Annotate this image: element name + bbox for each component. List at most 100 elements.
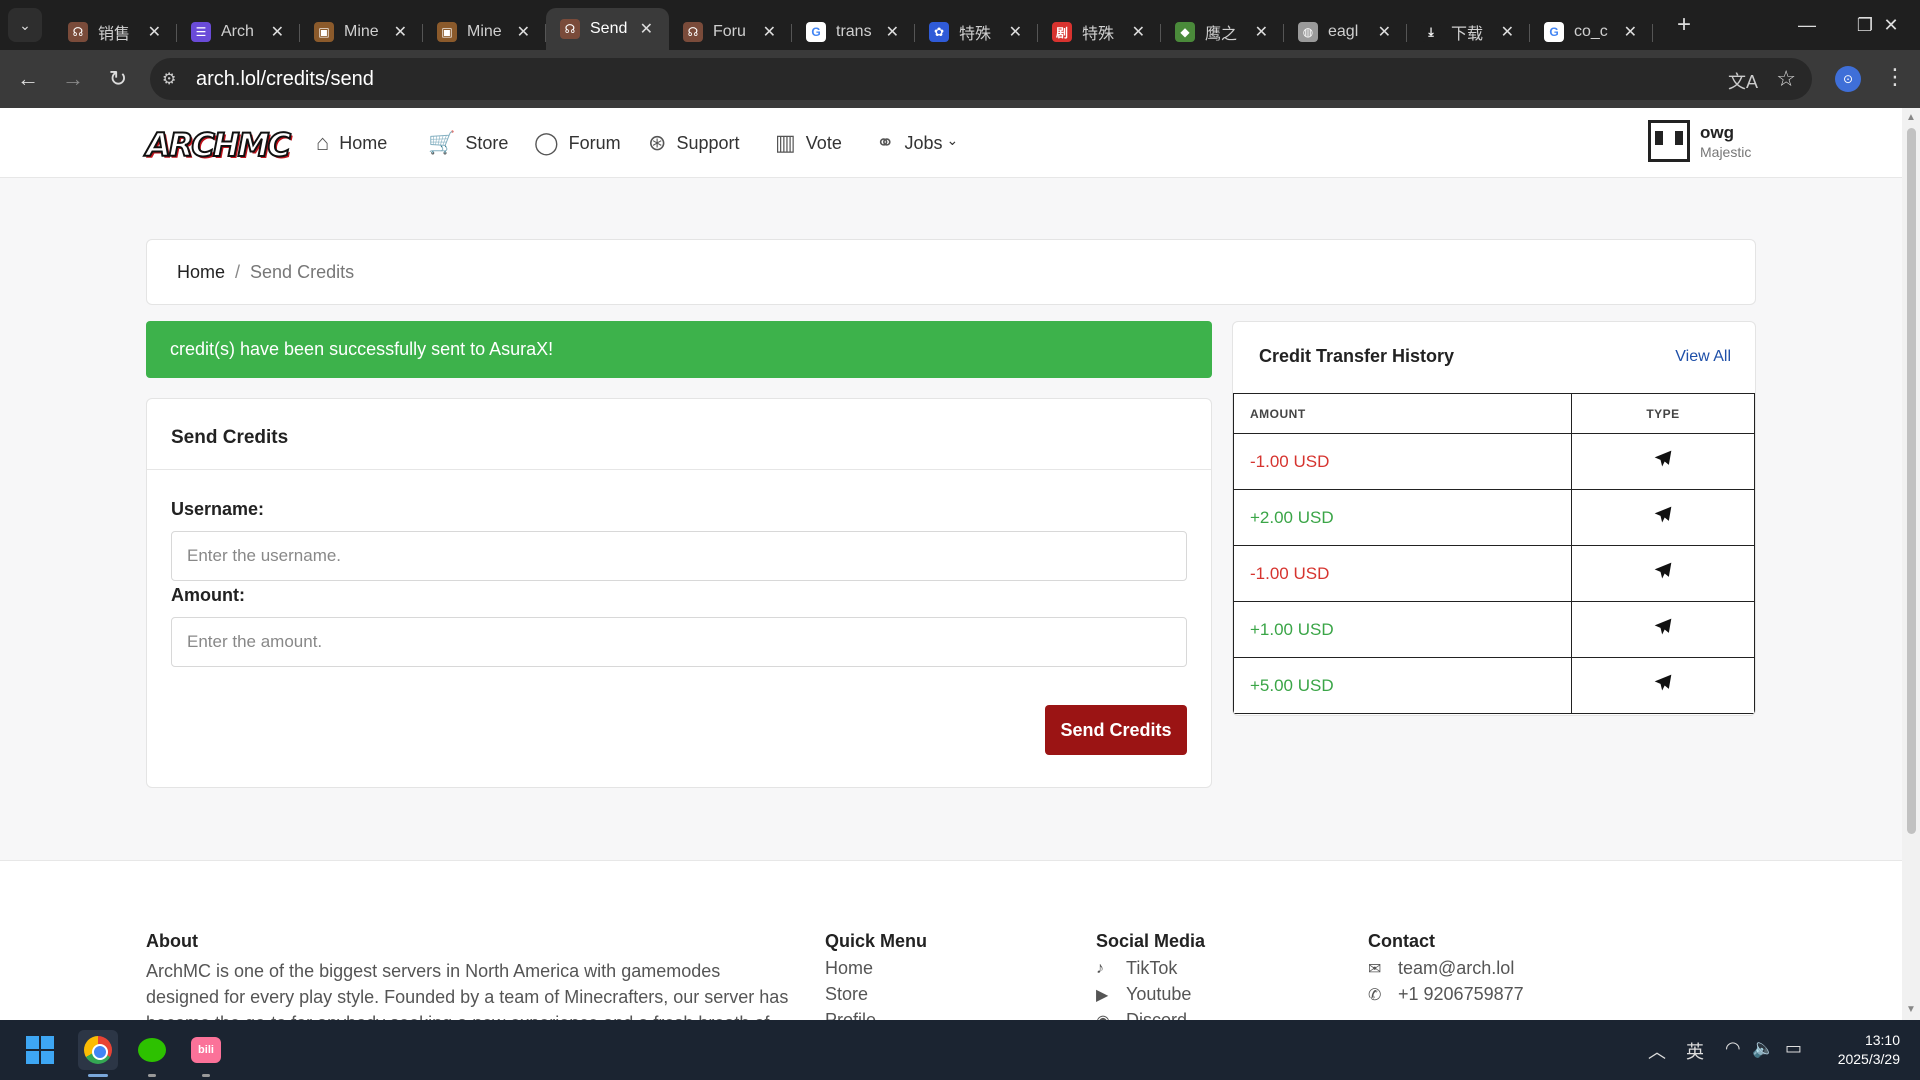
tab-close-icon[interactable]: ✕ bbox=[1132, 22, 1145, 42]
scroll-down-arrow-icon[interactable]: ▼ bbox=[1906, 1004, 1916, 1015]
tab-close-icon[interactable]: ✕ bbox=[271, 22, 284, 42]
volume-icon[interactable]: 🔈 bbox=[1752, 1038, 1774, 1059]
windows-start-icon[interactable] bbox=[20, 1030, 60, 1070]
send-credits-button[interactable]: Send Credits bbox=[1045, 705, 1187, 755]
reload-icon[interactable]: ↻ bbox=[98, 59, 138, 99]
nav-item-forum[interactable]: ◯ Forum bbox=[534, 130, 621, 156]
address-bar[interactable]: ⚙ arch.lol/credits/send 文A ☆ bbox=[150, 58, 1812, 100]
clock-date: 2025/3/29 bbox=[1837, 1051, 1900, 1067]
forward-arrow-icon[interactable]: → bbox=[53, 59, 93, 99]
tab-close-icon[interactable]: ✕ bbox=[394, 22, 407, 42]
footer-contact-email[interactable]: ✉ team@arch.lol bbox=[1368, 958, 1514, 979]
footer-social-youtube[interactable]: ▶ Youtube bbox=[1096, 984, 1191, 1005]
close-window-icon[interactable]: ✕ bbox=[1862, 0, 1920, 50]
nav-item-vote[interactable]: ▥ Vote bbox=[775, 130, 842, 156]
scroll-up-arrow-icon[interactable]: ▲ bbox=[1906, 112, 1916, 123]
cart-icon: 🛒 bbox=[428, 130, 456, 155]
tray-chevron-up-icon[interactable]: ︿ bbox=[1648, 1038, 1666, 1064]
nav-item-store[interactable]: 🛒 Store bbox=[428, 130, 508, 156]
browser-tab-6[interactable]: Gtrans ✕ bbox=[792, 14, 915, 50]
tab-close-icon[interactable]: ✕ bbox=[148, 22, 161, 42]
card-divider bbox=[147, 469, 1211, 470]
phone-icon: ✆ bbox=[1368, 986, 1382, 1004]
success-alert: credit(s) have been successfully sent to… bbox=[146, 321, 1212, 378]
footer-contact-heading: Contact bbox=[1368, 931, 1435, 951]
archmc-logo[interactable]: ARCHMC bbox=[145, 125, 292, 165]
bookmark-star-icon[interactable]: ☆ bbox=[1776, 66, 1796, 92]
browser-tab-0[interactable]: ☊ 销售 ✕ bbox=[54, 14, 177, 50]
chevron-down-icon: ⌄ bbox=[946, 131, 959, 148]
url-text[interactable]: arch.lol/credits/send bbox=[196, 68, 374, 91]
tab-close-icon[interactable]: ✕ bbox=[517, 22, 530, 42]
page-scrollbar[interactable]: ▲ ▼ bbox=[1902, 108, 1920, 1020]
browser-profile-avatar-icon[interactable]: ⊙ bbox=[1835, 66, 1861, 92]
tab-title: Arch bbox=[221, 23, 254, 40]
scrollbar-thumb[interactable] bbox=[1907, 128, 1916, 834]
wifi-icon[interactable]: ◠ bbox=[1725, 1038, 1741, 1059]
amount-column-header: AMOUNT bbox=[1233, 393, 1572, 434]
wechat-indicator bbox=[148, 1074, 156, 1077]
translate-icon[interactable]: 文A bbox=[1728, 68, 1758, 94]
tab-close-icon[interactable]: ✕ bbox=[1501, 22, 1514, 42]
browser-tab-8[interactable]: 剧特殊 ✕ bbox=[1038, 14, 1161, 50]
nav-item-home[interactable]: ⌂ Home bbox=[316, 130, 387, 156]
tab-close-icon[interactable]: ✕ bbox=[763, 22, 776, 42]
nav-label: Store bbox=[465, 132, 509, 153]
browser-tab-5[interactable]: ☊ Foru ✕ bbox=[669, 14, 792, 50]
chrome-taskbar-icon[interactable] bbox=[78, 1030, 118, 1070]
page-viewport: ARCHMC ⌂ Home 🛒 Store ◯ Forum ⊛ Support ▥ Vote ⚭ Jo… bbox=[0, 108, 1902, 1020]
tab-title: eagl bbox=[1328, 23, 1359, 40]
username-input[interactable] bbox=[171, 531, 1187, 581]
tab-close-icon[interactable]: ✕ bbox=[1255, 22, 1268, 42]
browser-tab-10[interactable]: ◍ eagl ✕ bbox=[1284, 14, 1407, 50]
transfer-type bbox=[1571, 657, 1755, 714]
tab-favicon-icon: G bbox=[1544, 22, 1564, 42]
browser-menu-icon[interactable]: ⋮ bbox=[1884, 64, 1906, 90]
tab-close-icon[interactable]: ✕ bbox=[1009, 22, 1022, 42]
tab-search-chevron-icon[interactable]: ⌄ bbox=[8, 8, 42, 42]
minimize-icon[interactable]: — bbox=[1778, 0, 1836, 50]
tab-title: Mine bbox=[344, 23, 379, 40]
footer-social-discord[interactable]: ◉ Discord bbox=[1096, 1010, 1187, 1020]
footer-link-home[interactable]: Home bbox=[825, 958, 873, 979]
browser-tab-9[interactable]: ◆ 鹰之 ✕ bbox=[1161, 14, 1284, 50]
footer-contact-phone[interactable]: ✆ +1 9206759877 bbox=[1368, 984, 1524, 1005]
browser-tab-2[interactable]: ▣ Mine ✕ bbox=[300, 14, 423, 50]
browser-tab-4[interactable]: ☊ Send ✕ bbox=[546, 8, 669, 50]
site-info-icon[interactable]: ⚙ bbox=[162, 69, 192, 89]
footer-about-heading: About bbox=[146, 931, 198, 951]
tab-close-icon[interactable]: ✕ bbox=[640, 19, 653, 39]
view-all-link[interactable]: View All bbox=[1675, 348, 1731, 366]
browser-tab-1[interactable]: ☰ Arch ✕ bbox=[177, 14, 300, 50]
tab-title: trans bbox=[836, 23, 872, 40]
tab-close-icon[interactable]: ✕ bbox=[886, 22, 899, 42]
browser-tab-bar: ⌄ ☊ 销售 ✕ ☰ Arch ✕ ▣ Mine ✕ ▣ Mine ✕ ☊ Send ✕ ☊ Foru ✕ Gtra… bbox=[0, 0, 1920, 50]
new-tab-plus-icon[interactable]: + bbox=[1677, 11, 1691, 39]
footer-link-store[interactable]: Store bbox=[825, 984, 868, 1005]
nav-label: Jobs bbox=[904, 132, 943, 153]
browser-tab-7[interactable]: ✿ 特殊 ✕ bbox=[915, 14, 1038, 50]
paper-plane-icon bbox=[1654, 506, 1672, 523]
breadcrumb-home-link[interactable]: Home bbox=[177, 262, 225, 283]
nav-item-support[interactable]: ⊛ Support bbox=[648, 130, 739, 156]
table-row: +1.00 USD bbox=[1233, 601, 1755, 658]
footer-link-profile[interactable]: Profile bbox=[825, 1010, 876, 1020]
browser-tab-3[interactable]: ▣ Mine ✕ bbox=[423, 14, 546, 50]
browser-tab-11[interactable]: ⤓ 下载 ✕ bbox=[1407, 14, 1530, 50]
nav-item-jobs[interactable]: ⚭ Jobs ⌄ bbox=[876, 130, 958, 156]
battery-icon[interactable]: ▭ bbox=[1785, 1038, 1802, 1059]
browser-tab-12[interactable]: Gco_c ✕ bbox=[1530, 14, 1653, 50]
ime-indicator[interactable]: 英 bbox=[1686, 1038, 1704, 1064]
taskbar-clock[interactable]: 13:10 2025/3/29 bbox=[1826, 1031, 1900, 1069]
amount-input[interactable] bbox=[171, 617, 1187, 667]
tab-close-icon[interactable]: ✕ bbox=[1378, 22, 1391, 42]
bilibili-indicator bbox=[202, 1074, 210, 1077]
tab-close-icon[interactable]: ✕ bbox=[1624, 22, 1637, 42]
bilibili-taskbar-icon[interactable]: bili bbox=[186, 1030, 226, 1070]
footer-social-tiktok[interactable]: ♪ TikTok bbox=[1096, 958, 1177, 979]
back-arrow-icon[interactable]: ← bbox=[8, 59, 48, 99]
wechat-taskbar-icon[interactable] bbox=[132, 1030, 172, 1070]
user-menu[interactable]: owg Majestic bbox=[1648, 120, 1751, 162]
send-credits-title: Send Credits bbox=[171, 427, 289, 448]
transfer-type bbox=[1571, 601, 1755, 658]
